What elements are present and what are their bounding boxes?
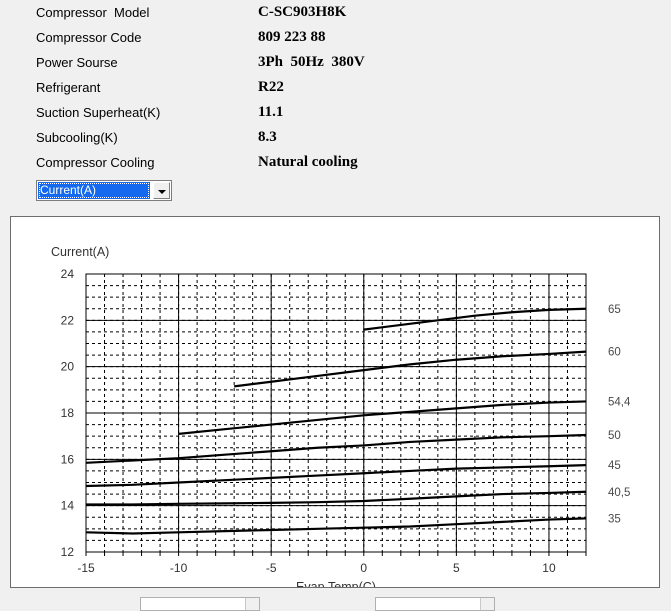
series-label-60: 60	[608, 347, 621, 359]
spec-row: Refrigerant R22	[0, 75, 671, 100]
y-axis-tick-labels: 12 14 16 18 20 22 24	[61, 267, 75, 559]
spec-label: Suction Superheat(K)	[36, 105, 161, 120]
compressor-spec-panel: Compressor Model C-SC903H8K Compressor Cod…	[0, 0, 671, 176]
spec-value: 809 223 88	[258, 29, 326, 45]
spec-label: Compressor Cooling	[36, 155, 155, 170]
curve-60	[234, 350, 587, 388]
x-tick-label: -15	[77, 561, 95, 575]
bottom-toolbar-strip	[0, 590, 671, 611]
x-tick-label: 10	[542, 561, 556, 575]
series-select-value[interactable]: Current(A)	[38, 182, 150, 199]
spec-label: Refrigerant	[36, 80, 101, 95]
curve-50	[85, 433, 587, 464]
spec-row: Power Sourse 3Ph 50Hz 380V	[0, 50, 671, 75]
spec-row: Compressor Model C-SC903H8K	[0, 0, 671, 25]
series-label-45: 45	[608, 460, 621, 472]
series-label-54-4: 54,4	[608, 396, 631, 408]
curve-group	[85, 307, 587, 535]
series-label-65: 65	[608, 304, 621, 316]
series-select[interactable]: Current(A)	[36, 180, 172, 201]
spec-row: Subcooling(K) 8.3	[0, 125, 671, 150]
x-tick-label: 0	[360, 561, 367, 575]
spec-value: Natural cooling	[258, 154, 358, 170]
curve-45	[85, 464, 587, 488]
y-tick-label: 20	[61, 360, 75, 374]
x-tick-label: -5	[266, 561, 277, 575]
series-label-40-5: 40,5	[608, 487, 630, 499]
chart-content: 656054,4504540,53512141618202224-15 -10 -5…	[51, 245, 631, 587]
performance-curve-chart: 656054,4504540,53512141618202224-15 -10 -5…	[51, 245, 631, 587]
spec-value: 11.1	[258, 104, 284, 120]
series-labels: 65 60 54,4 50 45 40,5 35	[608, 304, 631, 526]
x-tick-marks	[85, 552, 587, 556]
major-gridlines	[85, 273, 587, 553]
y-tick-label: 12	[61, 545, 75, 559]
chevron-down-icon[interactable]	[245, 598, 259, 610]
spec-row: Suction Superheat(K) 11.1	[0, 100, 671, 125]
chart-panel: 65 60 54,4 50 45 40,5 35 12 14 16 18 20 22 24 -15 -10 -5…	[10, 216, 660, 588]
y-tick-label: 14	[61, 499, 75, 513]
series-label-50: 50	[608, 430, 621, 442]
series-label-35: 35	[608, 513, 621, 525]
spec-row: Compressor Code 809 223 88	[0, 25, 671, 50]
spec-value: 3Ph 50Hz 380V	[258, 54, 365, 70]
spec-label: Compressor Model	[36, 5, 150, 20]
y-tick-label: 22	[61, 313, 75, 327]
y-tick-label: 16	[61, 452, 75, 466]
spec-label: Subcooling(K)	[36, 130, 118, 145]
spec-value: R22	[258, 79, 284, 95]
chevron-down-icon[interactable]	[480, 598, 494, 610]
x-axis-title: Evap.Temp(C)	[296, 580, 376, 587]
x-axis-tick-labels: -15 -10 -5 0 5 10	[77, 561, 556, 575]
spec-value: 8.3	[258, 129, 277, 145]
y-axis-title: Current(A)	[51, 245, 109, 259]
spec-row: Compressor Cooling Natural cooling	[0, 150, 671, 175]
spec-label: Compressor Code	[36, 30, 142, 45]
spec-value: C-SC903H8K	[258, 4, 347, 20]
x-tick-label: 5	[453, 561, 460, 575]
y-tick-label: 24	[61, 267, 75, 281]
x-tick-label: -10	[170, 561, 188, 575]
partial-combo-left[interactable]	[140, 597, 260, 611]
chevron-down-icon[interactable]	[153, 182, 170, 199]
y-tick-label: 18	[61, 406, 75, 420]
spec-label: Power Sourse	[36, 55, 118, 70]
partial-combo-right[interactable]	[375, 597, 495, 611]
curve-35	[85, 517, 587, 535]
